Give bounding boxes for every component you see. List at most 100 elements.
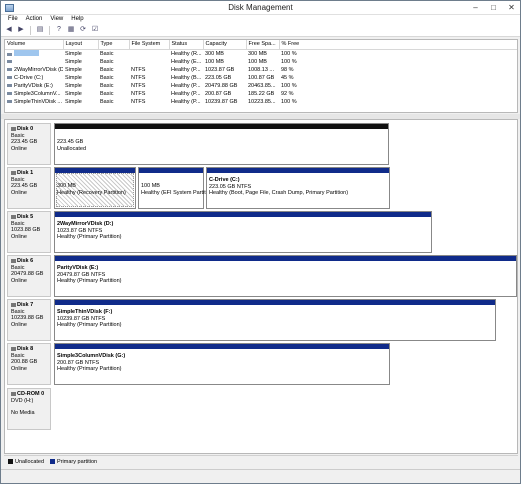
cell-text: Simple	[65, 50, 82, 57]
cell-type: Basic	[98, 90, 129, 98]
forward-icon[interactable]: ▶	[16, 25, 26, 35]
cell-text: 1008.13 ...	[248, 66, 274, 73]
partition-block[interactable]: 223.45 GB Unallocated	[54, 123, 389, 165]
volume-table-row[interactable]: Simple Basic Healthy (E... 100 MB 100 MB 100 …	[5, 58, 517, 66]
disk-info[interactable]: Disk 5 Basic 1023.88 GB Online	[7, 211, 51, 253]
cell-volume: ParityVDisk (E:)	[5, 82, 63, 90]
partition-block[interactable]: C-Drive (C:) 223.05 GB NTFS Healthy (Boot,…	[206, 167, 390, 209]
volume-table-row[interactable]: Simple3ColumnV... Simple Basic NTFS Healthy …	[5, 90, 517, 98]
volume-icon	[7, 99, 12, 103]
close-button[interactable]: ✕	[507, 3, 516, 12]
column-type[interactable]: Type	[98, 40, 130, 50]
cell-text: NTFS	[131, 82, 146, 89]
disk-name-text: Disk 6	[17, 258, 34, 264]
disk-management-window: Disk Management – □ ✕ File Action View H…	[0, 0, 521, 484]
cell-text: 100 MB	[205, 58, 224, 65]
partition-block[interactable]: SimpleThinVDisk (F:) 10239.87 GB NTFS Heal…	[54, 299, 496, 341]
cell-percent-free: 100 %	[279, 82, 517, 90]
disk-info[interactable]: Disk 1 Basic 223.45 GB Online	[7, 167, 51, 209]
column-capacity[interactable]: Capacity	[203, 40, 247, 50]
partition-block[interactable]: ParityVDisk (E:) 20479.87 GB NTFS Healthy …	[54, 255, 517, 297]
disk-row: Disk 6 Basic 20479.88 GB Online ParityVDisk …	[5, 255, 517, 297]
cell-file-system: NTFS	[129, 74, 169, 82]
cell-text: SimpleThinVDisk ...	[14, 98, 62, 105]
menu-file[interactable]: File	[4, 15, 22, 24]
disk-info[interactable]: CD-ROM 0 DVD (H:) No Media	[7, 388, 51, 430]
back-icon[interactable]: ◀	[4, 25, 14, 35]
menu-action[interactable]: Action	[22, 15, 47, 24]
disk-type-text: Basic	[11, 308, 25, 315]
partition-color-bar	[55, 344, 389, 349]
cell-text: NTFS	[131, 98, 146, 105]
disk-status: Online	[11, 146, 50, 153]
volume-table-row[interactable]: 2WayMirrorVDisk (D:) Simple Basic NTFS Healt…	[5, 66, 517, 74]
volume-table-row[interactable]: ParityVDisk (E:) Simple Basic NTFS Healthy (…	[5, 82, 517, 90]
volume-table-row[interactable]: C-Drive (C:) Simple Basic NTFS Healthy (B...…	[5, 74, 517, 82]
disk-type-text: Basic	[11, 132, 25, 139]
volume-icon	[7, 83, 12, 87]
disk-info[interactable]: Disk 7 Basic 10239.88 GB Online	[7, 299, 51, 341]
cell-percent-free: 92 %	[279, 90, 517, 98]
partition-text: 2WayMirrorVDisk (D:) 1023.87 GB NTFS Healt…	[57, 221, 122, 241]
partition-block[interactable]: Simple3ColumnVDisk (G:) 200.87 GB NTFS Hea…	[54, 343, 390, 385]
column-layout[interactable]: Layout	[63, 40, 99, 50]
list-icon[interactable]: ▤	[35, 25, 45, 35]
cell-text: Simple3ColumnV...	[14, 90, 61, 97]
disk-status: Online	[11, 190, 50, 197]
cell-text: 300 MB	[205, 50, 224, 57]
cell-text: 98 %	[281, 66, 294, 73]
cell-text: Basic	[100, 90, 114, 97]
volume-table-header: Volume Layout Type File System Status Ca…	[5, 40, 517, 50]
disk-type: Basic	[11, 353, 50, 360]
cell-text: Basic	[100, 50, 114, 57]
column-free-space[interactable]: Free Spa...	[246, 40, 280, 50]
menu-help[interactable]: Help	[67, 15, 87, 24]
partition-line2: Unallocated	[57, 145, 87, 152]
status-bar	[1, 469, 520, 483]
cell-free-space: 20463.85...	[246, 82, 279, 90]
refresh-icon[interactable]: ⟳	[78, 25, 88, 35]
disk-type-text: Basic	[11, 176, 25, 183]
cell-free-space: 100 MB	[246, 58, 279, 66]
properties-icon[interactable]: ▦	[66, 25, 76, 35]
volume-table-row[interactable]: Simple Basic Healthy (R... 300 MB 300 MB 100 …	[5, 49, 517, 58]
disk-status: Online	[11, 234, 50, 241]
partition-text: Simple3ColumnVDisk (G:) 200.87 GB NTFS Hea…	[57, 353, 125, 373]
maximize-button[interactable]: □	[489, 3, 498, 12]
cell-status: Healthy (P...	[169, 90, 203, 98]
disk-size: 1023.88 GB	[11, 227, 50, 234]
partition-text: SimpleThinVDisk (F:) 10239.87 GB NTFS Heal…	[57, 309, 122, 329]
settings-icon[interactable]: ☑	[90, 25, 100, 35]
help-icon[interactable]: ?	[54, 25, 64, 35]
partition-block[interactable]: 300 MB Healthy (Recovery Partition)	[54, 167, 136, 209]
disk-size-text: 200.88 GB	[11, 359, 38, 366]
column-percent-free[interactable]: % Free	[279, 40, 517, 50]
cell-type: Basic	[98, 82, 129, 90]
partition-block[interactable]: 2WayMirrorVDisk (D:) 1023.87 GB NTFS Healt…	[54, 211, 432, 253]
disk-type-text: Basic	[11, 352, 25, 359]
cell-text: Simple	[65, 98, 82, 105]
menu-view[interactable]: View	[46, 15, 67, 24]
volume-table-row[interactable]: SimpleThinVDisk ... Simple Basic NTFS Health…	[5, 98, 517, 106]
disk-status-text: Online	[11, 321, 27, 328]
column-file-system[interactable]: File System	[129, 40, 170, 50]
disk-name-text: Disk 5	[17, 214, 34, 220]
cell-text: 100 %	[281, 58, 297, 65]
disk-info[interactable]: Disk 8 Basic 200.88 GB Online	[7, 343, 51, 385]
disk-info[interactable]: Disk 6 Basic 20479.88 GB Online	[7, 255, 51, 297]
cell-text: Healthy (P...	[171, 98, 201, 105]
disk-status-text: Online	[11, 145, 27, 152]
disk-row: Disk 8 Basic 200.88 GB Online Simple3ColumnV…	[5, 343, 517, 385]
column-volume[interactable]: Volume	[5, 40, 64, 50]
legend-label: Unallocated	[15, 458, 45, 465]
partition-block[interactable]: 100 MB Healthy (EFI System Partit	[138, 167, 206, 209]
minimize-button[interactable]: –	[471, 3, 480, 12]
partition-name: 2WayMirrorVDisk (D:)	[57, 221, 114, 227]
disk-type: Basic	[11, 177, 50, 184]
cell-percent-free: 45 %	[279, 74, 517, 82]
disk-info[interactable]: Disk 0 Basic 223.45 GB Online	[7, 123, 51, 165]
disk-row: Disk 7 Basic 10239.88 GB Online SimpleThinVD…	[5, 299, 517, 341]
cell-text: NTFS	[131, 74, 146, 81]
cell-free-space: 100.87 GB	[246, 74, 279, 82]
column-status[interactable]: Status	[169, 40, 204, 50]
